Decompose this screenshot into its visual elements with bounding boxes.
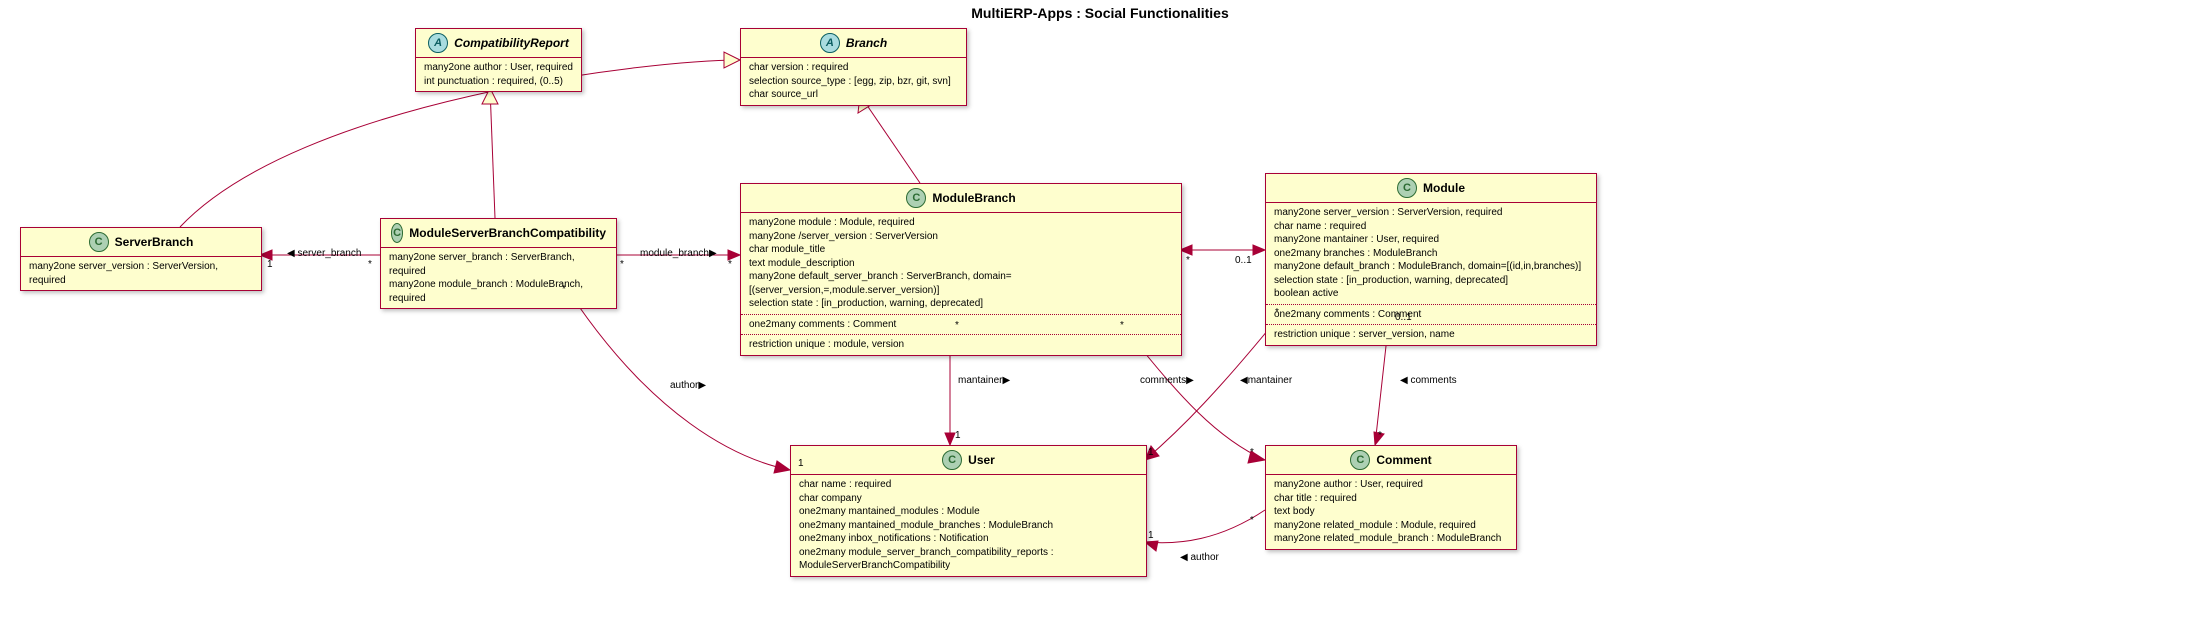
class-serverbranch: C ServerBranch many2one server_version : … <box>20 227 262 291</box>
class-compatibilityreport: A CompatibilityReport many2one author : U… <box>415 28 582 92</box>
assoc-label: module_branch▶ <box>640 248 717 259</box>
class-modulebranch: C ModuleBranch many2one module : Module, … <box>740 183 1182 356</box>
class-attrs: char version : requiredselection source_… <box>741 58 966 105</box>
assoc-label: author▶ <box>670 380 706 391</box>
mult-label: * <box>620 259 624 270</box>
class-name: Module <box>1423 181 1465 195</box>
assoc-label: mantainer▶ <box>958 375 1010 386</box>
mult-label: 1 <box>267 259 273 270</box>
mult-label: 0..1 <box>1395 312 1412 323</box>
mult-label: * <box>1250 515 1254 526</box>
class-icon: C <box>89 232 109 252</box>
assoc-label: ◀ server_branch <box>287 248 361 259</box>
class-section: restriction unique : module, version <box>741 335 1181 355</box>
assoc-label: ◀ author <box>1180 552 1219 563</box>
class-attrs: many2one server_branch : ServerBranch, r… <box>381 248 616 308</box>
class-name: ModuleServerBranchCompatibility <box>409 226 606 240</box>
class-icon: C <box>1350 450 1370 470</box>
mult-label: * <box>955 320 959 331</box>
mult-label: * <box>368 259 372 270</box>
assoc-label: ◀ comments <box>1400 375 1457 386</box>
abstract-icon: A <box>428 33 448 53</box>
class-icon: C <box>942 450 962 470</box>
assoc-label: ◀mantainer <box>1240 375 1292 386</box>
class-attrs: many2one author : User, requiredchar tit… <box>1266 475 1516 549</box>
class-name: ServerBranch <box>115 235 194 249</box>
mult-label: 0..1 <box>1235 255 1252 266</box>
class-icon: C <box>391 223 403 243</box>
class-module: C Module many2one server_version : Server… <box>1265 173 1597 346</box>
mult-label: * <box>1275 307 1279 318</box>
class-name: Comment <box>1376 453 1431 467</box>
class-section: restriction unique : server_version, nam… <box>1266 325 1596 345</box>
mult-label: 1 <box>1148 530 1154 541</box>
mult-label: 1 <box>1148 447 1154 458</box>
class-attrs: char name : requiredchar companyone2many… <box>791 475 1146 576</box>
mult-label: 1 <box>798 458 804 469</box>
abstract-icon: A <box>820 33 840 53</box>
diagram-title: MultiERP-Apps : Social Functionalities <box>900 5 1300 21</box>
mult-label: * <box>1186 255 1190 266</box>
class-msbc: C ModuleServerBranchCompatibility many2on… <box>380 218 617 309</box>
mult-label: 1 <box>955 430 961 441</box>
class-name: User <box>968 453 995 467</box>
class-name: CompatibilityReport <box>454 36 569 50</box>
class-attrs: many2one server_version : ServerVersion,… <box>21 257 261 290</box>
class-attrs: many2one author : User, requiredint punc… <box>416 58 581 91</box>
class-name: Branch <box>846 36 887 50</box>
class-icon: C <box>1397 178 1417 198</box>
class-comment: C Comment many2one author : User, require… <box>1265 445 1517 550</box>
class-attrs: many2one module : Module, requiredmany2o… <box>741 213 1181 315</box>
class-user: C User char name : requiredchar companyon… <box>790 445 1147 577</box>
mult-label: * <box>1120 320 1124 331</box>
mult-label: * <box>562 284 566 295</box>
mult-label: * <box>1378 430 1382 441</box>
diagram-canvas: MultiERP-Apps : Social Functionalities A… <box>0 0 2202 640</box>
class-icon: C <box>906 188 926 208</box>
class-branch: A Branch char version : requiredselection… <box>740 28 967 106</box>
mult-label: * <box>728 259 732 270</box>
class-section: one2many comments : Comment <box>741 315 1181 336</box>
assoc-label: comments▶ <box>1140 375 1194 386</box>
class-attrs: many2one server_version : ServerVersion,… <box>1266 203 1596 305</box>
class-name: ModuleBranch <box>932 191 1015 205</box>
mult-label: * <box>1250 447 1254 458</box>
class-section: one2many comments : Comment <box>1266 305 1596 326</box>
